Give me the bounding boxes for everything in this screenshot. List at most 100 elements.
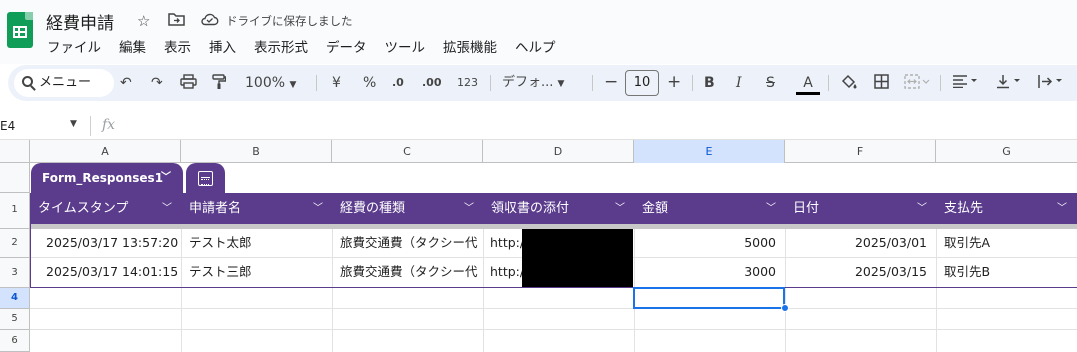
undo-icon[interactable]: ↶ <box>120 74 132 92</box>
move-folder-icon[interactable] <box>168 12 185 30</box>
table-cell[interactable]: 2025/03/17 14:01:15 <box>46 258 180 286</box>
sheets-logo-icon[interactable] <box>7 12 33 48</box>
borders-icon[interactable] <box>874 74 889 94</box>
chevron-down-icon[interactable]: ﹀ <box>917 193 927 224</box>
column-header-b[interactable]: B <box>181 140 332 163</box>
chevron-down-icon: ▼ <box>289 80 297 90</box>
row-header-3[interactable]: 3 <box>0 258 30 288</box>
table-name-tab[interactable]: Form_Responses1 ﹀ <box>31 163 183 193</box>
text-wrapping-icon[interactable] <box>1038 74 1066 94</box>
column-header-a[interactable]: A <box>30 140 181 163</box>
table-header-receipt[interactable]: 領収書の添付 ﹀ <box>484 193 635 224</box>
star-icon[interactable]: ☆ <box>137 12 150 30</box>
chevron-down-icon[interactable]: ﹀ <box>766 193 776 224</box>
percent-format-button[interactable]: % <box>363 74 376 92</box>
save-status: ドライブに保存しました <box>226 14 353 28</box>
currency-format-button[interactable]: ¥ <box>332 74 341 92</box>
header-label: 支払先 <box>944 201 984 216</box>
menu-edit[interactable]: 編集 <box>110 36 155 56</box>
cloud-saved-icon[interactable] <box>200 12 219 30</box>
redo-icon[interactable]: ↷ <box>151 74 163 92</box>
fill-handle[interactable] <box>781 304 789 312</box>
merge-cells-icon[interactable] <box>904 74 930 94</box>
table-cell[interactable]: 取引先A <box>944 229 1074 257</box>
zoom-select[interactable]: 100% ▼ <box>245 74 296 94</box>
fill-color-icon[interactable] <box>840 74 858 95</box>
row-header-5[interactable]: 5 <box>0 309 30 330</box>
decrease-decimal-button[interactable]: .0 <box>392 74 404 92</box>
strikethrough-icon[interactable]: S <box>766 74 775 92</box>
table-header-payee[interactable]: 支払先 ﹀ <box>937 193 1077 224</box>
menus-search-button[interactable]: メニュー <box>14 69 114 97</box>
more-formats-button[interactable]: 123 <box>457 74 478 92</box>
chevron-down-icon[interactable]: ▼ <box>70 119 77 129</box>
column-header-g[interactable]: G <box>936 140 1077 163</box>
column-header-e[interactable]: E <box>634 140 785 163</box>
increase-font-size-button[interactable]: + <box>667 74 681 91</box>
header-label: 申請者名 <box>189 201 242 216</box>
chevron-down-icon[interactable]: ﹀ <box>464 193 474 224</box>
table-header-date[interactable]: 日付 ﹀ <box>786 193 937 224</box>
menu-insert[interactable]: 挿入 <box>200 36 245 56</box>
menu-extensions[interactable]: 拡張機能 <box>434 36 506 56</box>
horizontal-align-icon[interactable] <box>952 74 980 93</box>
search-icon <box>22 76 33 87</box>
menu-data[interactable]: データ <box>317 36 376 56</box>
chevron-down-icon[interactable]: ﹀ <box>1057 193 1067 224</box>
table-cell[interactable]: 2025/03/15 <box>785 258 927 286</box>
table-header-timestamp[interactable]: タイムスタンプ ﹀ <box>31 193 182 224</box>
row-header-6[interactable]: 6 <box>0 330 30 352</box>
zoom-value: 100% <box>245 75 286 91</box>
table-cell[interactable]: http:/ <box>490 258 522 286</box>
select-all-corner[interactable] <box>0 140 30 163</box>
vertical-align-icon[interactable] <box>996 74 1024 94</box>
column-headers: A B C D E F G <box>0 140 1077 163</box>
font-size-input[interactable]: 10 <box>625 70 659 96</box>
menu-format[interactable]: 表示形式 <box>245 36 317 56</box>
text-color-icon[interactable]: A <box>796 74 820 95</box>
increase-decimal-button[interactable]: .00 <box>422 74 442 92</box>
row-header-1[interactable]: 1 <box>0 193 30 229</box>
toolbar-divider <box>692 75 693 91</box>
table-cell[interactable]: 2025/03/17 13:57:20 <box>46 229 180 257</box>
selected-cell[interactable] <box>633 287 785 309</box>
header-label: 領収書の添付 <box>491 201 570 216</box>
paint-format-icon[interactable] <box>212 74 227 95</box>
menu-file[interactable]: ファイル <box>38 36 110 56</box>
bold-icon[interactable]: B <box>704 74 715 92</box>
row-header-2[interactable]: 2 <box>0 229 30 258</box>
italic-icon[interactable]: I <box>736 74 742 92</box>
table-border <box>30 287 1077 288</box>
table-header-amount[interactable]: 金額 ﹀ <box>635 193 786 224</box>
table-cell[interactable]: 旅費交通費（タクシー代 <box>340 258 482 286</box>
table-cell[interactable]: 旅費交通費（タクシー代 <box>340 229 482 257</box>
menu-tools[interactable]: ツール <box>376 36 435 56</box>
table-border <box>30 193 31 288</box>
column-header-f[interactable]: F <box>785 140 936 163</box>
chevron-down-icon[interactable]: ﹀ <box>313 193 323 224</box>
table-header-expense-type[interactable]: 経費の種類 ﹀ <box>333 193 484 224</box>
menu-view[interactable]: 表示 <box>155 36 200 56</box>
print-icon[interactable] <box>180 74 197 94</box>
row-header-4[interactable]: 4 <box>0 288 30 309</box>
table-header-applicant[interactable]: 申請者名 ﹀ <box>182 193 333 224</box>
decrease-font-size-button[interactable]: − <box>604 74 618 91</box>
column-header-d[interactable]: D <box>483 140 634 163</box>
column-header-c[interactable]: C <box>332 140 483 163</box>
header-label: 日付 <box>793 201 820 216</box>
table-settings-button[interactable] <box>186 163 225 193</box>
table-cell[interactable]: テスト三郎 <box>189 258 329 286</box>
table-cell[interactable]: 2025/03/01 <box>785 229 927 257</box>
table-cell[interactable]: 5000 <box>634 229 776 257</box>
chevron-down-icon[interactable]: ﹀ <box>162 193 172 224</box>
chevron-down-icon[interactable]: ﹀ <box>615 193 625 224</box>
font-select[interactable]: デフォ... ▼ <box>502 74 564 93</box>
toolbar-divider <box>592 75 593 91</box>
name-box[interactable]: E4 <box>0 119 15 133</box>
table-cell[interactable]: http:/ <box>490 229 522 257</box>
table-cell[interactable]: 3000 <box>634 258 776 286</box>
table-cell[interactable]: テスト太郎 <box>189 229 329 257</box>
menu-help[interactable]: ヘルプ <box>506 36 565 56</box>
table-cell[interactable]: 取引先B <box>944 258 1074 286</box>
document-title[interactable]: 経費申請 <box>46 9 114 34</box>
